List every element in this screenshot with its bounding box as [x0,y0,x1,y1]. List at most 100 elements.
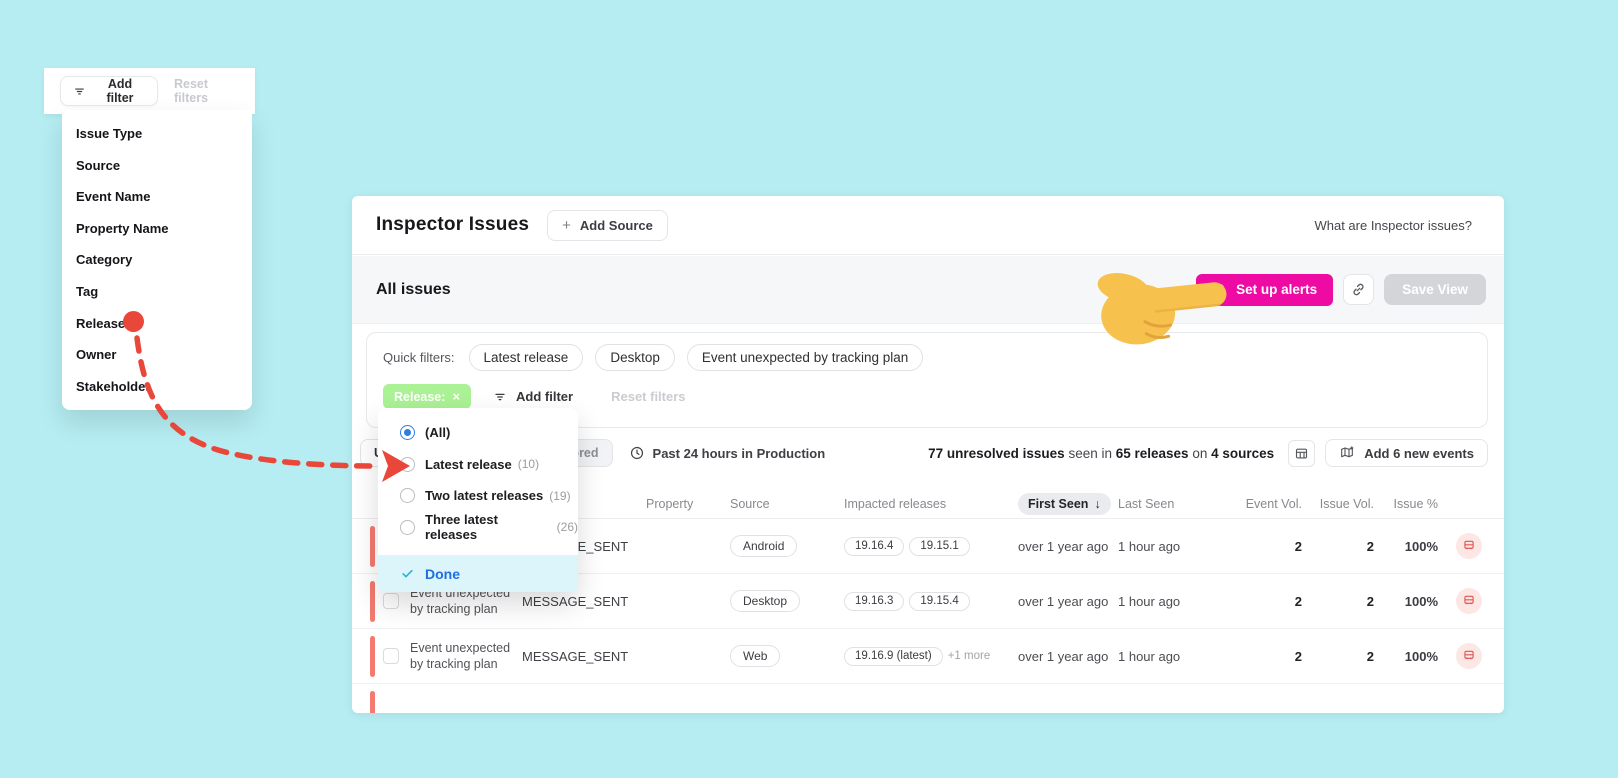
filter-menu-item-stakeholder[interactable]: Stakeholder [62,379,252,394]
close-icon[interactable]: × [452,389,460,404]
row-checkbox[interactable] [383,593,399,609]
add-filter-button[interactable]: Add filter [60,76,158,106]
release-chip: 19.15.4 [909,591,970,611]
release-option-latest[interactable]: Latest release (10) [378,449,578,481]
issue-vol: 2 [1366,538,1374,554]
link-icon [1350,281,1367,298]
filter-menu-item-owner[interactable]: Owner [62,347,252,362]
row-checkbox[interactable] [383,648,399,664]
filter-menu-item-category[interactable]: Category [62,252,252,267]
issues-summary: 77 unresolved issues seen in 65 releases… [928,446,1274,461]
table-grid-icon [1294,446,1309,461]
table-row[interactable]: Event unexpected by tracking plan MESSAG… [352,629,1504,684]
help-link[interactable]: What are Inspector issues? [1314,218,1472,233]
summary-seen-in: seen in [1068,445,1112,461]
page-title: Inspector Issues [376,214,530,235]
filter-menu-item-event-name[interactable]: Event Name [62,189,252,204]
col-impacted-releases[interactable]: Impacted releases [844,497,1018,511]
filter-menu-item-release[interactable]: Release [62,316,252,331]
add-filter-button[interactable]: Add filter [493,389,573,404]
first-seen: over 1 year ago [1018,593,1109,609]
last-seen: 1 hour ago [1118,593,1181,609]
timeframe-label: Past 24 hours in Production [652,445,826,461]
add-filter-label: Add filter [106,77,134,105]
release-option-two-latest[interactable]: Two latest releases (19) [378,480,578,512]
check-icon [400,566,415,581]
col-issue-vol[interactable]: Issue Vol. [1302,497,1374,511]
col-issue-pct[interactable]: Issue % [1374,497,1438,511]
release-highlight-dot [123,311,144,332]
summary-releases: 65 releases [1115,445,1189,461]
add-new-events-label: Add 6 new events [1364,445,1474,461]
issue-type: Event unexpected by tracking plan [410,640,511,672]
radio-selected-icon[interactable] [400,425,415,441]
release-filter-dropdown: (All) Latest release (10) Two latest rel… [378,408,578,592]
sort-desc-icon: ↓ [1094,496,1101,511]
summary-sources: 4 sources [1211,445,1275,461]
subheader: All issues Set up alerts Save View [352,256,1504,324]
quick-filter-desktop[interactable]: Desktop [595,344,675,371]
release-chip: 19.16.9 (latest) [844,646,943,666]
done-button[interactable]: Done [378,555,578,592]
filter-menu-item-source[interactable]: Source [62,158,252,173]
release-option-all[interactable]: (All) [378,417,578,449]
bus-icon [1462,649,1476,663]
issue-pct: 100% [1404,593,1438,609]
issue-action-button[interactable] [1456,533,1482,559]
col-first-seen-sorted[interactable]: First Seen ↓ [1018,492,1111,515]
summary-issues: 77 unresolved issues [928,445,1065,461]
table-view-button[interactable] [1288,439,1316,467]
col-source[interactable]: Source [730,497,844,511]
quick-filter-event-unexpected[interactable]: Event unexpected by tracking plan [686,344,924,371]
set-up-alerts-label: Set up alerts [1236,282,1318,297]
bus-icon [1462,539,1476,553]
save-view-button[interactable]: Save View [1384,274,1486,305]
filter-menu: Issue Type Source Event Name Property Na… [62,110,252,410]
issue-vol: 2 [1366,648,1374,664]
col-property[interactable]: Property [646,497,730,511]
row-accent-bar [370,635,375,677]
active-release-filter-chip[interactable]: Release: × [383,384,472,409]
last-seen: 1 hour ago [1118,648,1181,664]
panel-header: Inspector Issues + Add Source What are I… [352,196,1504,255]
release-chip-label: Release: [394,389,446,404]
pointing-hand-emoji [1080,240,1240,363]
filter-menu-item-issue-type[interactable]: Issue Type [62,126,252,141]
source-chip: Android [730,535,798,557]
reset-filters-button[interactable]: Reset filters [611,389,685,404]
issue-action-button[interactable] [1456,588,1482,614]
event-name: MESSAGE_SENT [522,593,629,609]
copy-link-button[interactable] [1343,274,1375,305]
clock-icon [629,445,645,461]
issue-action-button[interactable] [1456,643,1482,669]
filter-menu-item-tag[interactable]: Tag [62,284,252,299]
add-new-events-button[interactable]: Add 6 new events [1325,439,1488,467]
row-accent-bar [370,525,375,567]
row-accent-bar [370,580,375,622]
issue-pct: 100% [1404,648,1438,664]
radio-icon[interactable] [400,519,415,535]
col-event-vol[interactable]: Event Vol. [1234,497,1302,511]
bus-icon [1462,594,1476,608]
filter-menu-item-property-name[interactable]: Property Name [62,221,252,236]
more-releases: +1 more [947,650,991,662]
reset-filters-button[interactable]: Reset filters [174,77,241,105]
map-icon [1339,445,1355,461]
plus-icon: + [562,216,571,234]
timeframe[interactable]: Past 24 hours in Production [629,445,826,461]
event-vol: 2 [1294,538,1302,554]
first-seen: over 1 year ago [1018,648,1109,664]
event-name: MESSAGE_SENT [522,648,629,664]
release-option-three-latest[interactable]: Three latest releases (26) [378,512,578,544]
quick-filter-latest-release[interactable]: Latest release [468,344,584,371]
radio-icon[interactable] [400,456,415,472]
issue-vol: 2 [1366,593,1374,609]
event-vol: 2 [1294,593,1302,609]
summary-on: on [1192,445,1208,461]
filter-icon [493,390,507,404]
release-chip: 19.15.1 [909,536,970,556]
col-last-seen[interactable]: Last Seen [1118,497,1234,511]
radio-icon[interactable] [400,488,415,504]
add-source-button[interactable]: + Add Source [547,209,668,241]
release-chip: 19.16.3 [844,591,905,611]
